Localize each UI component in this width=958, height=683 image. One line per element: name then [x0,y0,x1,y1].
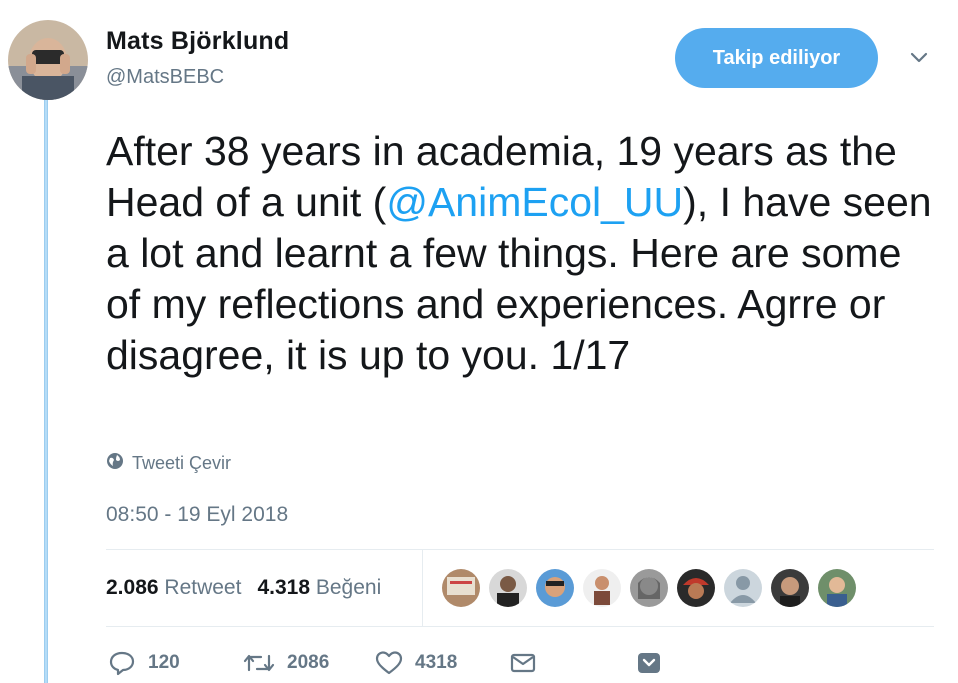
divider [422,549,423,626]
liker-avatar[interactable] [724,569,762,607]
thread-connector-line [44,100,48,683]
bookmark-button[interactable] [636,652,662,674]
direct-message-button[interactable] [510,652,636,674]
translate-label: Tweeti Çevir [132,453,232,473]
following-button[interactable]: Takip ediliyor [675,28,878,88]
like-button[interactable]: 4318 [375,650,510,676]
globe-icon [106,452,124,475]
user-display-name[interactable]: Mats Björklund [106,27,289,56]
heart-icon [375,650,403,676]
tweet-timestamp[interactable]: 08:50 - 19 Eyl 2018 [106,503,288,527]
divider [106,626,934,627]
liker-avatar[interactable] [677,569,715,607]
like-stat-count: 4.318 [257,576,311,599]
retweet-icon [243,650,275,676]
liker-avatar[interactable] [771,569,809,607]
user-handle[interactable]: @MatsBEBC [106,66,224,89]
reply-icon [108,650,136,676]
divider [106,549,934,550]
liker-avatar[interactable] [489,569,527,607]
liker-avatar[interactable] [583,569,621,607]
reply-button[interactable]: 120 [108,650,243,676]
liker-avatar[interactable] [442,569,480,607]
like-stat[interactable]: 4.318 Beğeni [257,576,381,600]
retweet-button[interactable]: 2086 [243,650,375,676]
tweet-actions: 120 2086 4318 [108,650,662,676]
tweet-text: After 38 years in academia, 19 years as … [106,126,946,381]
envelope-icon [510,652,536,674]
retweet-stat-count: 2.086 [106,576,159,599]
liker-avatar[interactable] [818,569,856,607]
like-stat-label: Beğeni [315,576,382,599]
translate-tweet-link[interactable]: Tweeti Çevir [106,452,231,475]
likers-avatar-list [442,569,856,607]
tweet-stats: 2.086 Retweet 4.318 Beğeni [106,576,381,600]
liker-avatar[interactable] [536,569,574,607]
like-count: 4318 [415,652,458,673]
retweet-stat-label: Retweet [164,576,242,599]
mention-link[interactable]: @AnimEcol_UU [386,179,683,225]
retweet-count: 2086 [287,652,330,673]
retweet-stat[interactable]: 2.086 Retweet [106,576,241,600]
chevron-down-icon[interactable] [906,48,932,68]
liker-avatar[interactable] [630,569,668,607]
avatar[interactable] [8,20,88,100]
reply-count: 120 [148,652,180,673]
bookmark-icon [636,652,662,674]
